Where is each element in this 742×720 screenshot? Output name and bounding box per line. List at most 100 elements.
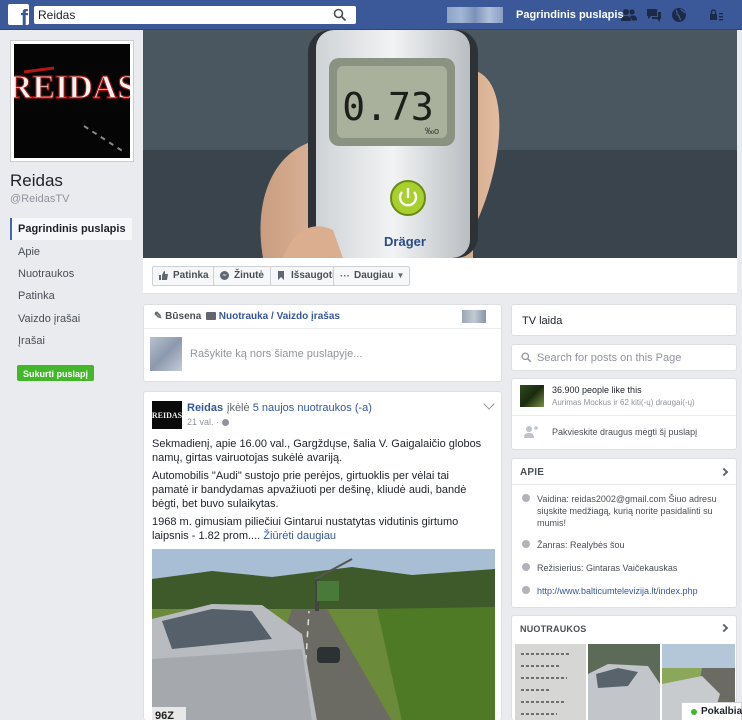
dropdown-caret-icon: ▼ (396, 271, 405, 280)
post-options-icon[interactable] (483, 398, 495, 410)
chat-tab[interactable]: Pokalbiai (681, 702, 742, 720)
post-body: Sekmadienį, apie 16.00 val., Gargždų­se,… (152, 437, 487, 547)
chat-label: Pokalbiai (701, 706, 742, 717)
more-dots-icon: ··· (340, 271, 350, 282)
star-icon (522, 494, 530, 502)
page-post-search: Search for posts on this Page (511, 344, 737, 371)
nav-item-videos[interactable]: Vaizdo įrašai (10, 308, 132, 330)
post-author[interactable]: Reidas (187, 402, 223, 414)
invite-friends-link[interactable]: Pakvieskite draugus mėgti šį puslapį (552, 427, 697, 437)
message-button[interactable]: Žinutė (213, 266, 271, 286)
nav-item-likes[interactable]: Patinka (10, 285, 132, 307)
cover-photo[interactable]: 0.73 ‰o Dräger (143, 30, 737, 258)
about-heading[interactable]: APIE (520, 467, 544, 478)
about-genre: Žanras: Realybės šou (522, 539, 722, 551)
more-button[interactable]: ··· Daugiau ▼ (333, 266, 411, 286)
status-tab-label: Būsena (165, 311, 202, 322)
composer-tabs: ✎ Būsena Nuotrauka / Vaizdo įrašas (144, 305, 501, 329)
friend-requests-icon[interactable] (621, 7, 637, 23)
post-paragraph: 1968 m. gimusiam piliečiui Gintarui nust… (152, 515, 487, 543)
message-icon (220, 271, 229, 280)
home-link[interactable]: Pagrindinis puslapis (516, 9, 624, 21)
search-box (34, 6, 356, 24)
nav-item-photos[interactable]: Nuotraukos (10, 263, 132, 285)
director-icon (522, 563, 530, 571)
nav-item-posts[interactable]: Įrašai (10, 330, 132, 352)
bookmark-icon (278, 271, 284, 280)
chevron-right-icon[interactable] (719, 623, 729, 633)
license-plate: 96Z (155, 710, 174, 720)
likes-count[interactable]: 36.900 people like this (552, 385, 642, 395)
post-paragraph: Sekmadienį, apie 16.00 val., Gargždų­se,… (152, 438, 482, 464)
about-director: Režisierius: Gintaras Vaičekauskas (522, 562, 722, 574)
tv-show-category[interactable]: TV laida (522, 315, 562, 327)
divider (512, 484, 736, 485)
composer-input[interactable]: Rašykite ką nors šiame puslapyje... (190, 348, 362, 360)
like-button[interactable]: Patinka (152, 266, 216, 286)
divider (512, 415, 736, 416)
page-action-bar: Patinka Žinutė Išsaugoti ··· Daugiau ▼ (143, 258, 737, 294)
nav-item-home[interactable]: Pagrindinis puslapis (10, 218, 132, 240)
message-label: Žinutė (234, 270, 264, 281)
search-input[interactable] (38, 7, 328, 23)
post-paragraph: Automobilis "Audi" sustojo prie perėjos,… (152, 470, 467, 510)
likes-box: 36.900 people like this Aurimas Mockus i… (511, 378, 737, 450)
online-status-icon (691, 709, 697, 715)
post-avatar-logo: REIDAS (152, 411, 182, 420)
pencil-icon: ✎ (154, 311, 163, 322)
search-icon[interactable] (333, 8, 347, 22)
about-genre-text: Žanras: Realybės šou (537, 540, 625, 550)
user-avatar[interactable] (447, 7, 503, 23)
breathalyzer-unit: ‰o (425, 126, 439, 136)
photo-video-tab-label: Nuotrauka / Vaizdo įrašas (218, 311, 340, 322)
feed-post: REIDAS Reidas įkėlė 5 naujos nuotraukos … (143, 391, 502, 720)
about-director-text: Režisierius: Gintaras Vaičekauskas (537, 563, 678, 573)
profile-picture[interactable]: REIDAS (10, 40, 134, 162)
likes-friends[interactable]: Aurimas Mockus ir 62 kiti(-ų) draugai(-ų… (552, 398, 695, 407)
about-website-link[interactable]: http://www.balticumtelevizija.lt/index.p… (522, 585, 732, 597)
save-button[interactable]: Išsaugoti (270, 266, 342, 286)
post-composer: ✎ Būsena Nuotrauka / Vaizdo įrašas Rašyk… (143, 304, 502, 382)
breathalyzer-reading: 0.73 (342, 85, 434, 129)
top-bar: f Pagrindinis puslapis (0, 0, 742, 30)
post-time-text: 21 val. (187, 417, 214, 427)
notifications-globe-icon[interactable] (671, 7, 687, 23)
page-avatar-small (462, 310, 486, 323)
post-action-prefix: įkėlė (227, 402, 250, 414)
post-author-avatar[interactable]: REIDAS (152, 401, 182, 429)
about-website: http://www.balticumtelevizija.lt/index.p… (522, 585, 732, 597)
status-tab[interactable]: ✎ Būsena (154, 311, 201, 322)
add-friend-icon (524, 426, 538, 438)
save-label: Išsaugoti (291, 270, 335, 281)
page-handle[interactable]: @ReidasTV (10, 193, 69, 205)
reidas-logo: REIDAS (14, 44, 130, 158)
genre-icon (522, 540, 530, 548)
public-globe-icon (221, 419, 229, 426)
photo-thumbnail[interactable] (515, 644, 586, 720)
globe-icon (522, 586, 530, 594)
post-photo[interactable]: 96Z (152, 549, 495, 720)
privacy-lock-icon[interactable] (708, 7, 724, 23)
photos-heading[interactable]: NUOTRAUKOS (520, 624, 587, 634)
logo-text: REIDAS (14, 69, 130, 106)
post-timestamp[interactable]: 21 val. · (187, 417, 229, 427)
likes-thumbnail (520, 385, 544, 407)
page-post-search-input[interactable]: Search for posts on this Page (537, 352, 681, 364)
create-page-button[interactable]: Sukurti puslapį (17, 365, 95, 381)
photo-video-tab[interactable]: Nuotrauka / Vaizdo įrašas (206, 311, 340, 322)
nav-item-about[interactable]: Apie (10, 241, 132, 263)
post-action-text: įkėlė 5 naujos nuotraukos (-a) (227, 402, 372, 414)
search-icon (521, 352, 532, 363)
post-photos-link[interactable]: 5 naujos nuotraukos (-a) (253, 402, 372, 414)
chevron-right-icon[interactable] (719, 467, 729, 477)
camera-icon (206, 312, 216, 320)
photo-thumbnail[interactable] (588, 644, 660, 720)
thumbs-up-icon (159, 271, 168, 280)
facebook-logo-icon[interactable]: f (8, 4, 29, 25)
page-title: Reidas (10, 171, 63, 190)
messages-icon[interactable] (646, 7, 662, 23)
device-brand: Dräger (384, 234, 426, 249)
more-label: Daugiau (354, 270, 394, 281)
see-more-link[interactable]: Žiūrėti daugiau (263, 530, 336, 542)
composer-avatar (150, 337, 182, 371)
